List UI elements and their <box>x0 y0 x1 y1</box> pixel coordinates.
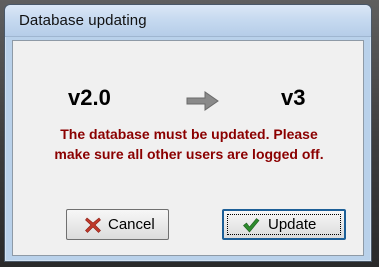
cancel-button[interactable]: Cancel <box>66 209 169 240</box>
message-line-1: The database must be updated. Please <box>60 126 318 142</box>
old-version-label: v2.0 <box>68 85 111 110</box>
update-message: The database must be updated. Please mak… <box>13 124 365 164</box>
new-version-label: v3 <box>281 85 306 110</box>
update-button[interactable]: Update <box>222 209 346 240</box>
right-arrow-icon <box>186 91 219 111</box>
database-update-dialog: Database updating v2.0 v3 The database m… <box>4 4 372 262</box>
x-icon <box>85 217 101 233</box>
title-bar[interactable]: Database updating <box>5 5 371 37</box>
checkmark-icon <box>243 218 260 233</box>
cancel-label: Cancel <box>108 216 155 233</box>
dialog-content: v2.0 v3 The database must be updated. Pl… <box>12 40 364 256</box>
version-row: v2.0 v3 <box>13 85 365 115</box>
window-title: Database updating <box>19 12 147 29</box>
update-label: Update <box>268 216 317 233</box>
message-line-2: make sure all other users are logged off… <box>54 146 324 162</box>
